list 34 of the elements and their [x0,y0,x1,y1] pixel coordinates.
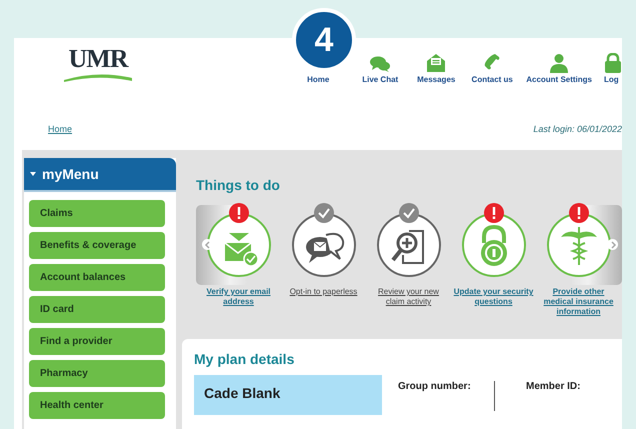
nav-link[interactable]: Messages [417,75,456,84]
menu-item[interactable]: Benefits & coverage [29,232,165,259]
nav-link[interactable]: Account Settings [526,75,592,84]
logo-text: UMR [68,46,128,72]
nav-link[interactable]: Contact us [472,75,513,84]
nav-link[interactable]: Live Chat [362,75,398,84]
task-link[interactable]: Verify your email address [198,287,278,307]
menu-item[interactable]: Claims [29,200,165,227]
member-name: Cade Blank [204,385,280,401]
chevron-right-icon [608,240,616,248]
task-link[interactable]: Review your new claim activity [368,287,448,307]
menu-item[interactable]: ID card [29,296,165,323]
menu-item[interactable]: Health center [29,392,165,419]
last-login: Last login: 06/01/2022 [533,124,622,134]
menu-item[interactable]: Account balances [29,264,165,291]
nav-link[interactable]: Log [604,75,619,84]
person-icon [549,53,570,73]
breadcrumb-link[interactable]: Home [48,124,72,134]
chat-bubbles-icon [369,55,392,73]
section-title: Things to do [196,177,281,193]
envelope-icon [426,53,446,73]
task-link[interactable]: Opt-in to paperless [284,287,364,297]
menu-title: myMenu [42,166,99,182]
task-link[interactable]: Update your security questions [454,287,534,307]
field-label: Member ID: [526,381,582,394]
menu-item[interactable]: Find a provider [29,328,165,355]
chevron-left-icon [204,240,212,248]
nav-link[interactable]: Home [307,75,330,84]
lock-icon [604,53,622,73]
field-label: Group number: [398,381,472,394]
menu-item[interactable]: Pharmacy [29,360,165,387]
section-title: My plan details [194,351,296,367]
task-link[interactable]: Provide other medical insurance information [538,287,618,317]
menu-header[interactable]: myMenu [24,158,176,192]
